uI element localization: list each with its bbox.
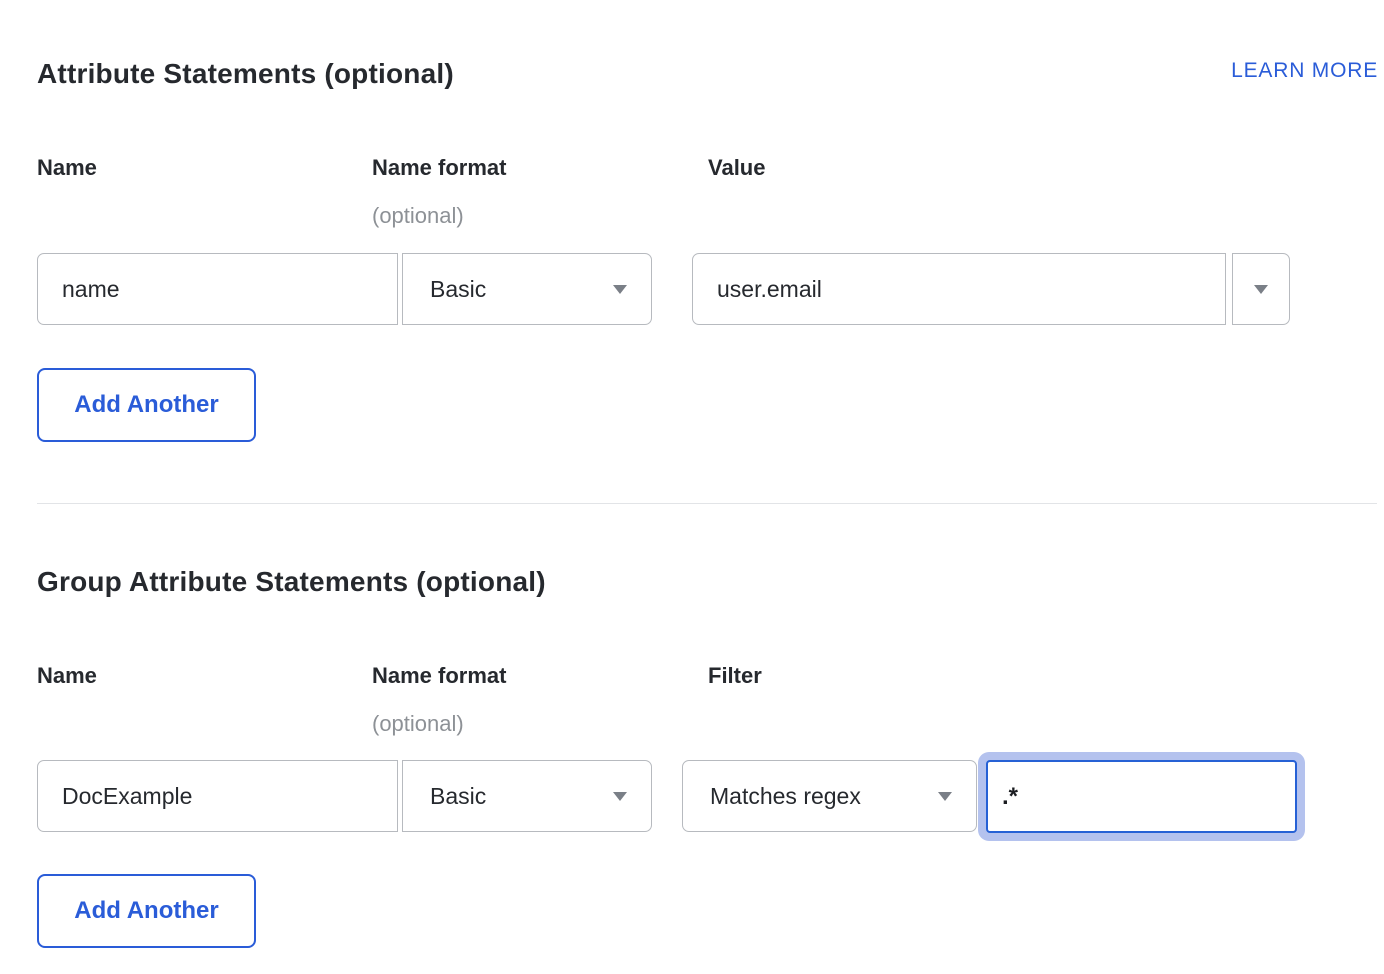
attribute-statements-title: Attribute Statements (optional) — [37, 58, 454, 90]
section-divider — [37, 503, 1377, 504]
attribute-value-dropdown-button[interactable] — [1232, 253, 1290, 325]
group-name-format-column-label: Name format — [372, 663, 506, 689]
learn-more-link[interactable]: LEARN MORE — [1231, 59, 1378, 83]
name-format-column-label: Name format — [372, 155, 506, 181]
attribute-name-input[interactable] — [37, 253, 398, 325]
group-filter-value-input[interactable] — [986, 760, 1297, 833]
group-attribute-statements-title: Group Attribute Statements (optional) — [37, 566, 546, 598]
attribute-name-format-select[interactable]: Basic — [402, 253, 652, 325]
add-another-button[interactable]: Add Another — [37, 368, 256, 442]
group-filter-type-select[interactable]: Matches regex — [682, 760, 977, 832]
name-format-optional-note: (optional) — [372, 203, 464, 229]
chevron-down-icon — [1254, 285, 1268, 294]
group-name-format-optional-note: (optional) — [372, 711, 464, 737]
group-filter-value-focus-ring — [978, 752, 1305, 841]
group-add-another-button[interactable]: Add Another — [37, 874, 256, 948]
filter-column-label: Filter — [708, 663, 762, 689]
name-column-label: Name — [37, 155, 97, 181]
chevron-down-icon — [938, 792, 952, 801]
chevron-down-icon — [613, 285, 627, 294]
group-filter-type-value: Matches regex — [710, 783, 861, 810]
group-name-format-value: Basic — [430, 783, 486, 810]
group-name-input[interactable] — [37, 760, 398, 832]
chevron-down-icon — [613, 792, 627, 801]
attribute-value-input[interactable] — [692, 253, 1226, 325]
value-column-label: Value — [708, 155, 765, 181]
group-name-format-select[interactable]: Basic — [402, 760, 652, 832]
attribute-name-format-value: Basic — [430, 276, 486, 303]
group-name-column-label: Name — [37, 663, 97, 689]
saml-settings-page: { "colors": { "accent_blue": "#2a5cd8", … — [0, 0, 1384, 974]
